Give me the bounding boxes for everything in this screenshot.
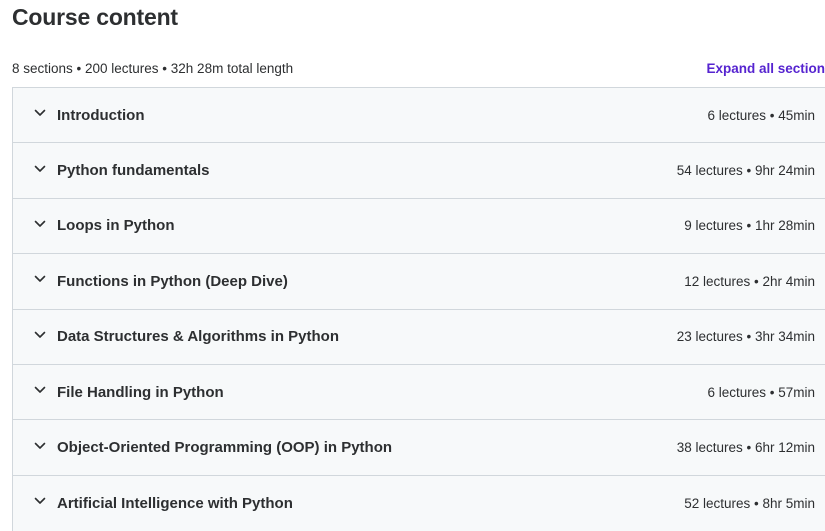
- section-meta: 12 lectures • 2hr 4min: [684, 273, 815, 289]
- page-title: Course content: [12, 4, 178, 30]
- section-header-file-handling[interactable]: File Handling in Python 6 lectures • 57m…: [13, 364, 825, 421]
- section-header-python-fundamentals[interactable]: Python fundamentals 54 lectures • 9hr 24…: [13, 143, 825, 199]
- section-meta: 9 lectures • 1hr 28min: [684, 218, 815, 234]
- section-title: File Handling in Python: [57, 383, 224, 401]
- chevron-down-icon: [34, 165, 46, 172]
- section-header-data-structures[interactable]: Data Structures & Algorithms in Python 2…: [13, 309, 825, 365]
- chevron-down-icon: [34, 109, 46, 116]
- chevron-down-icon: [34, 276, 46, 283]
- section-title: Artificial Intelligence with Python: [57, 494, 293, 512]
- chevron-down-icon: [34, 442, 46, 449]
- course-summary: 8 sections • 200 lectures • 32h 28m tota…: [12, 60, 294, 76]
- section-header-ai[interactable]: Artificial Intelligence with Python 52 l…: [13, 475, 825, 531]
- section-title: Introduction: [57, 106, 145, 124]
- section-meta: 23 lectures • 3hr 34min: [676, 329, 815, 345]
- section-header-introduction[interactable]: Introduction 6 lectures • 45min: [13, 88, 825, 144]
- section-meta: 52 lectures • 8hr 5min: [684, 495, 815, 511]
- section-title: Functions in Python (Deep Dive): [57, 272, 288, 290]
- section-title: Object-Oriented Programming (OOP) in Pyt…: [57, 439, 393, 457]
- chevron-down-icon: [34, 220, 46, 227]
- section-header-oop[interactable]: Object-Oriented Programming (OOP) in Pyt…: [13, 420, 825, 476]
- section-title: Python fundamentals: [57, 162, 210, 180]
- section-meta: 54 lectures • 9hr 24min: [676, 163, 815, 179]
- chevron-down-icon: [34, 386, 46, 393]
- section-title: Data Structures & Algorithms in Python: [57, 328, 339, 346]
- section-header-loops[interactable]: Loops in Python 9 lectures • 1hr 28min: [13, 198, 825, 255]
- course-sections-accordion: Introduction 6 lectures • 45min Python f…: [12, 87, 825, 531]
- expand-all-button[interactable]: Expand all section: [706, 61, 825, 76]
- chevron-down-icon: [34, 498, 46, 505]
- chevron-down-icon: [34, 331, 46, 338]
- section-meta: 38 lectures • 6hr 12min: [676, 440, 815, 456]
- section-title: Loops in Python: [57, 217, 175, 235]
- section-meta: 6 lectures • 45min: [707, 107, 815, 123]
- course-summary-row: 8 sections • 200 lectures • 32h 28m tota…: [12, 58, 825, 78]
- section-meta: 6 lectures • 57min: [707, 384, 815, 400]
- section-header-functions[interactable]: Functions in Python (Deep Dive) 12 lectu…: [13, 254, 825, 310]
